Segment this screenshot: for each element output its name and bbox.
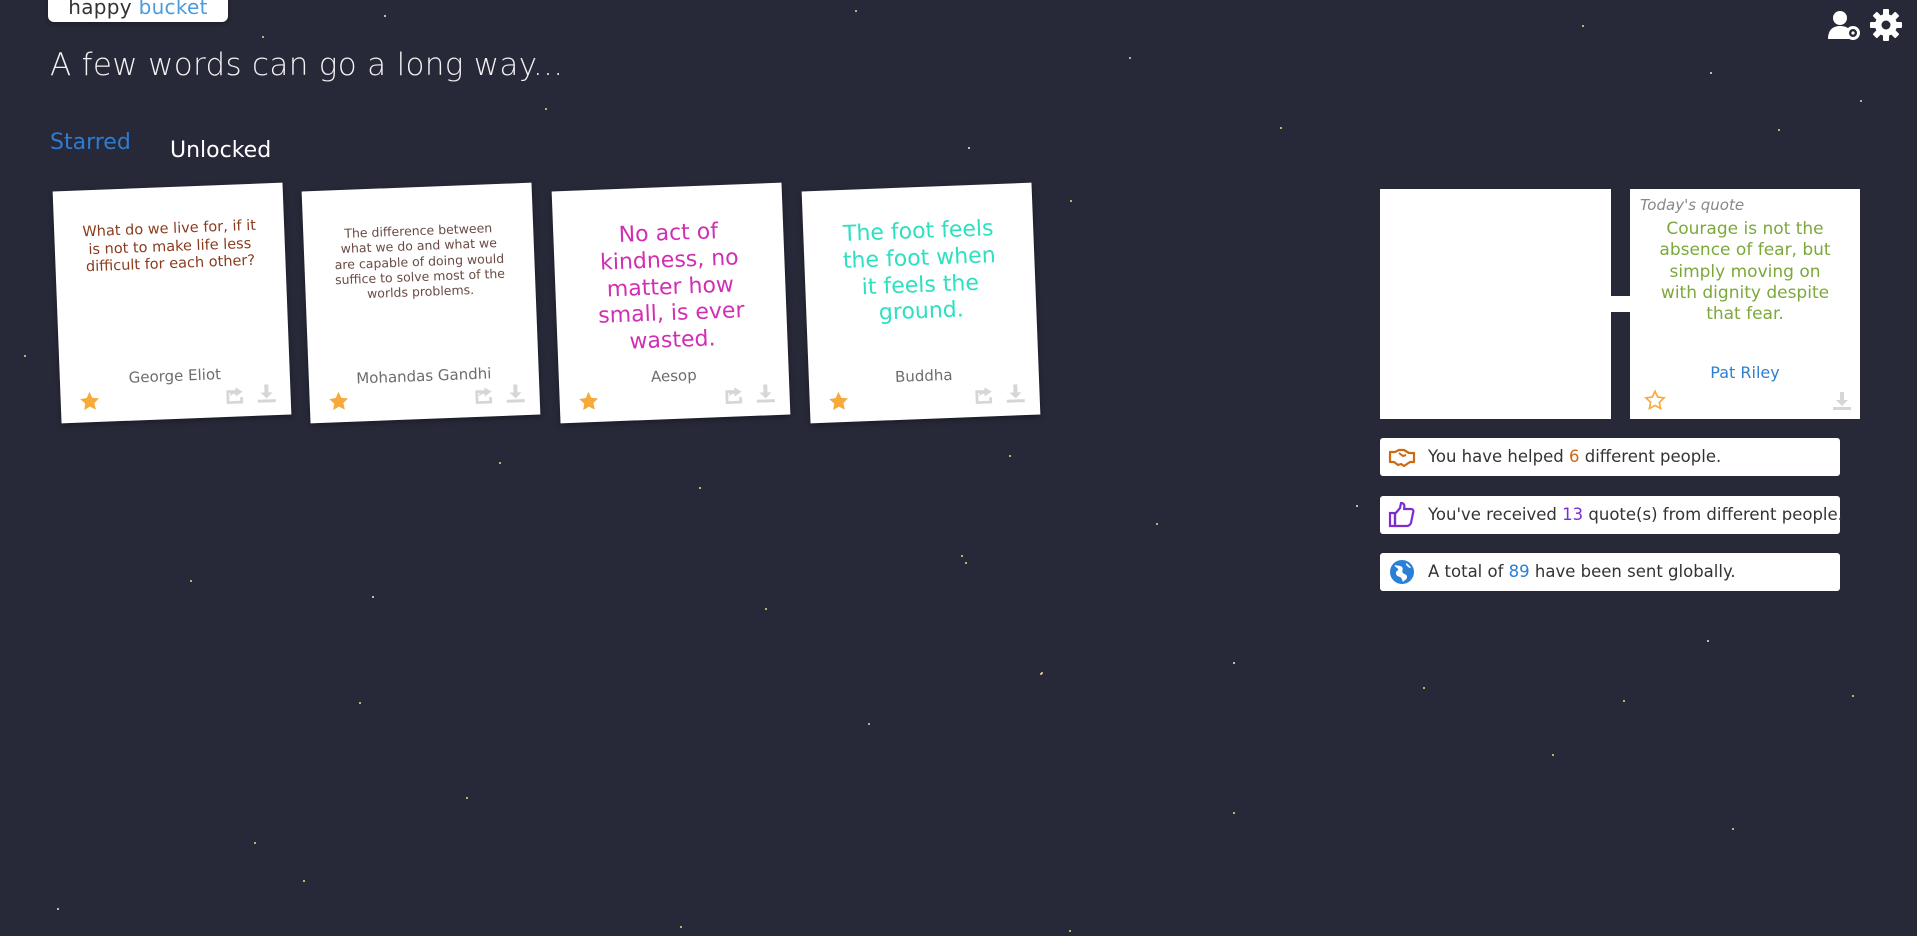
card-quote-text: The foot feels the foot when it feels th…	[842, 216, 997, 327]
tab-starred[interactable]: Starred	[50, 130, 131, 155]
stat-helped-post: different people.	[1584, 447, 1722, 466]
share-icon[interactable]	[473, 384, 496, 405]
download-icon[interactable]	[256, 383, 277, 404]
todays-quote-text: Courage is not the absence of fear, but …	[1659, 219, 1831, 324]
star-icon[interactable]	[327, 390, 350, 413]
download-icon[interactable]	[755, 383, 776, 404]
card-connector	[1611, 296, 1630, 312]
stat-global-post: have been sent globally.	[1534, 562, 1736, 581]
stat-global-pre: A total of	[1428, 562, 1504, 581]
app-logo[interactable]: happy bucket	[48, 0, 228, 22]
share-icon[interactable]	[973, 384, 996, 405]
card-quote-text: No act of kindness, no matter how small,…	[597, 219, 745, 355]
stat-received-value: 13	[1562, 505, 1584, 524]
quote-card[interactable]: The difference between what we do and wh…	[301, 182, 541, 424]
download-icon[interactable]	[1005, 383, 1026, 404]
share-icon[interactable]	[723, 384, 746, 405]
stat-helped-pre: You have helped	[1428, 447, 1564, 466]
handshake-icon	[1388, 444, 1416, 470]
todays-quote-label: Today's quote	[1640, 196, 1745, 214]
globe-icon	[1388, 559, 1416, 585]
star-icon[interactable]	[827, 390, 850, 413]
user-settings-icon[interactable]	[1827, 8, 1861, 42]
logo-text-bucket: bucket	[138, 0, 208, 19]
quote-card[interactable]: No act of kindness, no matter how small,…	[551, 182, 791, 424]
card-quote-text: The difference between what we do and wh…	[334, 220, 506, 302]
tab-unlocked[interactable]: Unlocked	[170, 138, 271, 163]
blank-card	[1380, 189, 1611, 419]
thumbs-up-icon	[1388, 501, 1416, 528]
top-right-toolbar	[1827, 8, 1903, 42]
stat-received: You've received 13 quote(s) from differe…	[1380, 496, 1843, 534]
download-icon[interactable]	[505, 383, 526, 404]
logo-text-happy: happy	[68, 0, 132, 19]
share-icon[interactable]	[224, 384, 247, 405]
star-icon[interactable]	[577, 390, 600, 413]
gear-icon[interactable]	[1869, 8, 1903, 42]
star-outline-icon[interactable]	[1644, 389, 1666, 411]
star-icon[interactable]	[78, 390, 101, 413]
quote-card[interactable]: What do we live for, if it is not to mak…	[52, 182, 292, 424]
stat-helped-value: 6	[1568, 447, 1580, 466]
todays-quote-author: Pat Riley	[1710, 363, 1780, 382]
quote-card[interactable]: The foot feels the foot when it feels th…	[801, 182, 1041, 424]
card-quote-text: What do we live for, if it is not to mak…	[82, 217, 257, 276]
page-headline: A few words can go a long way...	[50, 47, 564, 83]
stat-global: A total of 89 have been sent globally.	[1380, 553, 1840, 591]
stat-received-pre: You've received	[1428, 505, 1557, 524]
download-icon[interactable]	[1832, 391, 1852, 411]
todays-quote-card[interactable]: Today's quote Courage is not the absence…	[1630, 189, 1860, 419]
stat-global-value: 89	[1508, 562, 1530, 581]
stat-helped: You have helped 6 different people.	[1380, 438, 1840, 476]
stat-received-post: quote(s) from different people.	[1588, 505, 1843, 524]
